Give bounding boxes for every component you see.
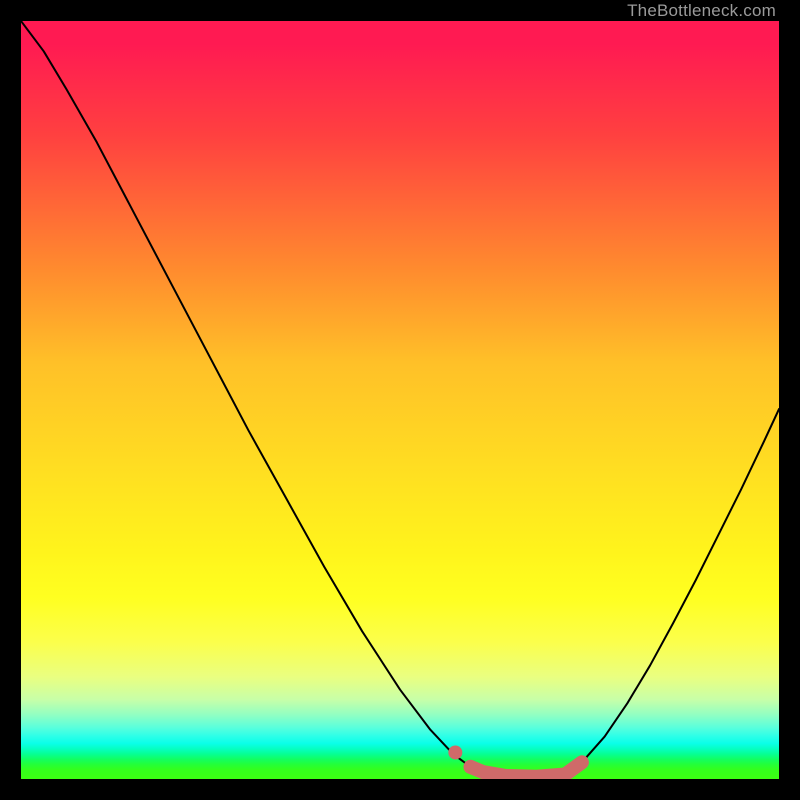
plot-area bbox=[21, 21, 779, 779]
left-curve bbox=[21, 21, 565, 777]
watermark-text: TheBottleneck.com bbox=[627, 0, 776, 21]
right-curve bbox=[565, 409, 779, 774]
highlight-dots-group bbox=[448, 745, 477, 773]
chart-svg bbox=[21, 21, 779, 779]
chart-frame: TheBottleneck.com bbox=[0, 0, 800, 800]
highlight-band bbox=[470, 762, 581, 776]
highlight-dot bbox=[448, 745, 462, 759]
highlight-dot bbox=[463, 760, 477, 774]
